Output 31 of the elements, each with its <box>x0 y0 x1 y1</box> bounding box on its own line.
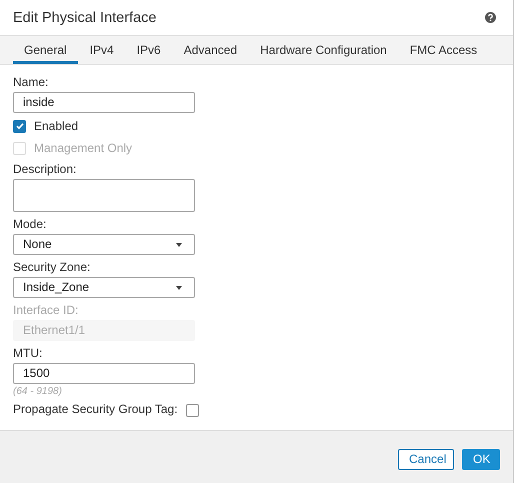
check-icon <box>14 121 24 131</box>
checkbox-label: Management Only <box>34 141 132 155</box>
tab[interactable]: General <box>13 36 78 64</box>
field-label: Security Zone: <box>13 260 92 275</box>
input-field[interactable]: inside <box>13 92 195 113</box>
field-label: Description: <box>13 162 78 177</box>
dialog-title: Edit Physical Interface <box>13 10 156 26</box>
field-label: MTU: <box>13 346 44 361</box>
field-label: Mode: <box>13 217 48 232</box>
field-label: Interface ID: <box>13 303 80 318</box>
field-label: Propagate Security Group Tag: <box>13 402 178 416</box>
tab[interactable]: Advanced <box>172 36 248 64</box>
dropdown[interactable]: None <box>13 234 195 255</box>
field-label: Name: <box>13 75 50 90</box>
tab[interactable]: IPv4 <box>78 36 125 64</box>
dropdown[interactable]: Inside_Zone <box>13 277 195 298</box>
input-field: Ethernet1/1 <box>13 320 195 341</box>
tab[interactable]: IPv6 <box>126 36 172 64</box>
description-field[interactable] <box>13 179 195 212</box>
checkbox-label: Enabled <box>34 119 78 133</box>
input-field[interactable]: 1500 <box>13 363 195 384</box>
checkbox[interactable] <box>186 404 199 416</box>
cancel-button[interactable]: Cancel <box>398 448 454 470</box>
tab[interactable]: Hardware Configuration <box>249 36 398 64</box>
caret-icon <box>176 242 182 246</box>
hint-text: (64 - 9198) <box>13 386 63 397</box>
tab[interactable]: FMC Access <box>398 36 488 64</box>
help-icon[interactable] <box>485 12 496 23</box>
checkbox[interactable] <box>13 120 26 132</box>
ok-button[interactable]: OK <box>462 448 500 470</box>
caret-icon <box>176 286 182 290</box>
